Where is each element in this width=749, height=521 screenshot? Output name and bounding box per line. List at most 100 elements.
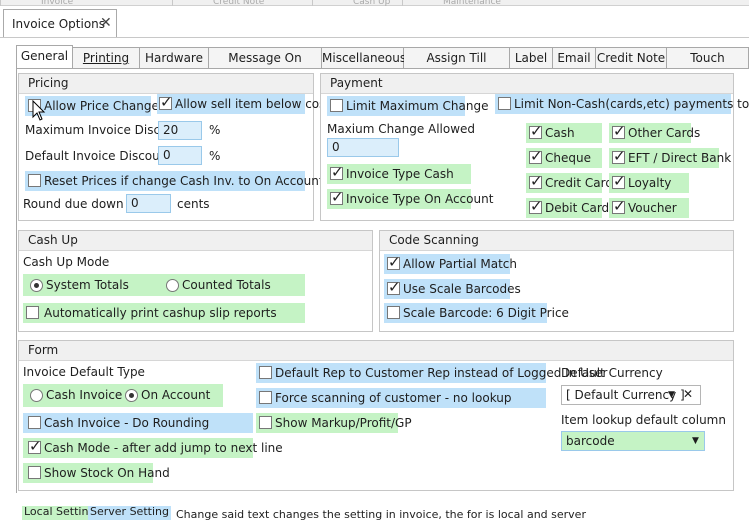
payment-title: Payment xyxy=(321,74,733,94)
cash-rounding-label: Cash Invoice - Do Rounding xyxy=(44,416,210,430)
doc-tab-label: Invoice Options xyxy=(12,17,106,31)
cashup-group: Cash Up Cash Up Mode System Totals Count… xyxy=(18,230,373,332)
lookup-select[interactable]: barcode ▼ xyxy=(561,431,705,451)
loyalty-checkbox[interactable] xyxy=(612,172,626,190)
partial-match-checkbox[interactable] xyxy=(387,253,401,271)
cash-invoice-label: Cash Invoice xyxy=(46,388,123,402)
other-cards-label: Other Cards xyxy=(628,126,701,140)
lookup-value: barcode xyxy=(566,434,615,448)
round-input[interactable]: 0 xyxy=(126,194,171,213)
max-discount-percent: % xyxy=(209,123,221,137)
allow-price-changes-label: Allow Price Changes xyxy=(44,99,166,113)
round-label: Round due down to xyxy=(23,197,140,211)
on-account-label: On Account xyxy=(141,388,211,402)
show-stock-checkbox[interactable] xyxy=(28,466,41,479)
show-stock-label: Show Stock On Hand xyxy=(44,466,170,480)
code-scanning-group: Code Scanning Allow Partial Match Use Sc… xyxy=(379,230,734,332)
eft-label: EFT / Direct Bank xyxy=(628,151,732,165)
default-discount-input[interactable]: 0 xyxy=(158,146,202,165)
pricing-title: Pricing xyxy=(19,74,313,94)
voucher-checkbox[interactable] xyxy=(612,197,626,215)
cashup-title: Cash Up xyxy=(19,231,372,251)
show-markup-label: Show Markup/Profit/GP xyxy=(275,416,412,430)
scale-6digit-checkbox[interactable] xyxy=(387,306,400,319)
other-cards-checkbox[interactable] xyxy=(612,122,626,140)
local-setting-legend: Local Setting xyxy=(22,505,98,520)
limit-max-change-checkbox[interactable] xyxy=(330,99,343,112)
chevron-down-icon[interactable]: ▼ xyxy=(692,432,699,450)
auto-print-label: Automatically print cashup slip reports xyxy=(44,306,277,320)
partial-match-label: Allow Partial Match xyxy=(403,257,517,271)
auto-print-checkbox[interactable] xyxy=(26,306,39,319)
clear-icon[interactable]: ✕ xyxy=(683,385,693,403)
debit-card-checkbox[interactable] xyxy=(529,197,543,215)
cash-invoice-radio[interactable] xyxy=(30,389,43,402)
server-setting-legend: Server Setting xyxy=(88,505,171,520)
scale-6digit-label: Scale Barcode: 6 Digit Price xyxy=(403,306,569,320)
reset-prices-checkbox[interactable] xyxy=(28,174,41,187)
default-discount-label: Default Invoice Discount xyxy=(25,149,173,163)
cash-label: Cash xyxy=(545,126,575,140)
credit-card-label: Credit Card xyxy=(545,176,613,190)
invoice-type-account-checkbox[interactable] xyxy=(330,188,344,206)
tab-touch-invoice[interactable]: Touch Invoice xyxy=(667,47,749,85)
tab-message-on-report[interactable]: Message On Report xyxy=(209,47,322,85)
tab-assign-till-numbers[interactable]: Assign Till Numbers xyxy=(404,47,510,85)
system-totals-radio[interactable] xyxy=(30,279,43,292)
scale-barcodes-checkbox[interactable] xyxy=(387,278,401,296)
force-scan-label: Force scanning of customer - no lookup xyxy=(275,391,512,405)
default-discount-percent: % xyxy=(209,149,221,163)
mouse-cursor-icon xyxy=(32,100,46,121)
counted-totals-radio[interactable] xyxy=(166,279,179,292)
default-rep-checkbox[interactable] xyxy=(259,366,272,379)
default-type-label: Invoice Default Type xyxy=(23,365,145,379)
cash-mode-label: Cash Mode - after add jump to next line xyxy=(44,441,283,455)
currency-label: Default Currency xyxy=(561,366,663,380)
max-discount-input[interactable]: 20 xyxy=(158,121,202,140)
payment-group: Payment Limit Maximum Change Limit Non-C… xyxy=(320,73,749,221)
limit-non-cash-label: Limit Non-Cash(cards,etc) payments to du… xyxy=(514,97,749,111)
scale-barcodes-label: Use Scale Barcodes xyxy=(403,282,521,296)
voucher-label: Voucher xyxy=(628,201,677,215)
cash-checkbox[interactable] xyxy=(529,122,543,140)
on-account-radio[interactable] xyxy=(125,389,138,402)
tab-label[interactable]: Label xyxy=(510,47,553,69)
lookup-label: Item lookup default column xyxy=(561,413,726,427)
cents-label: cents xyxy=(177,197,210,211)
form-title: Form xyxy=(19,341,733,361)
tab-email[interactable]: Email xyxy=(553,47,596,69)
tab-printing[interactable]: Printing xyxy=(73,47,140,69)
tab-credit-note[interactable]: Credit Note xyxy=(596,47,667,69)
close-icon[interactable]: ✕ xyxy=(100,15,112,31)
credit-card-checkbox[interactable] xyxy=(529,172,543,190)
max-change-input[interactable]: 0 xyxy=(327,138,399,157)
tab-general[interactable]: General xyxy=(16,45,73,69)
max-change-label: Maxium Change Allowed xyxy=(327,122,476,136)
show-markup-checkbox[interactable] xyxy=(259,416,272,429)
system-totals-label: System Totals xyxy=(46,278,129,292)
allow-below-cost-checkbox[interactable] xyxy=(159,93,173,111)
currency-select[interactable]: [ Default Currency ] ▼ ✕ xyxy=(561,385,701,405)
cash-mode-checkbox[interactable] xyxy=(28,437,42,455)
currency-value: [ Default Currency ] xyxy=(566,388,685,402)
force-scan-checkbox[interactable] xyxy=(259,391,272,404)
default-rep-label: Default Rep to Customer Rep instead of L… xyxy=(275,366,608,380)
cheque-label: Cheque xyxy=(545,151,591,165)
invoice-type-cash-checkbox[interactable] xyxy=(330,163,344,181)
reset-prices-label: Reset Prices if change Cash Inv. to On A… xyxy=(44,174,328,188)
counted-totals-label: Counted Totals xyxy=(182,278,271,292)
cashup-mode-label: Cash Up Mode xyxy=(23,255,110,269)
cash-rounding-checkbox[interactable] xyxy=(28,416,41,429)
doc-tab-invoice-options[interactable]: Invoice Options ✕ xyxy=(3,9,117,37)
eft-checkbox[interactable] xyxy=(612,147,626,165)
limit-max-change-label: Limit Maximum Change xyxy=(346,99,489,113)
tab-hardware[interactable]: Hardware xyxy=(140,47,209,69)
chevron-down-icon[interactable]: ▼ xyxy=(668,386,675,404)
cheque-checkbox[interactable] xyxy=(529,147,543,165)
tab-miscellaneous[interactable]: Miscellaneous xyxy=(322,47,406,69)
code-scanning-title: Code Scanning xyxy=(380,231,733,251)
invoice-type-account-label: Invoice Type On Account xyxy=(346,192,494,206)
limit-non-cash-checkbox[interactable] xyxy=(498,97,511,110)
loyalty-label: Loyalty xyxy=(628,176,672,190)
allow-below-cost-label: Allow sell item below cost? xyxy=(175,97,337,111)
